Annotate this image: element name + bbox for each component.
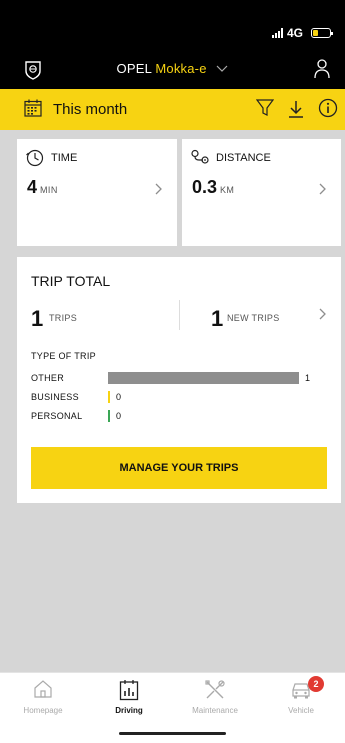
trip-type-row: OTHER 1 — [31, 371, 327, 385]
trip-type-bar — [108, 391, 110, 403]
battery-icon — [311, 28, 333, 38]
trip-type-value: 0 — [116, 392, 122, 402]
period-filter-bar: This month — [0, 89, 345, 130]
trips-label: TRIPS — [49, 313, 78, 323]
trip-type-value: 0 — [116, 411, 122, 421]
time-label: TIME — [51, 152, 78, 164]
trips-summary-row[interactable]: 1 TRIPS 1 NEW TRIPS — [31, 300, 327, 338]
chevron-right-icon[interactable] — [319, 183, 327, 195]
clock-icon — [26, 149, 44, 167]
chevron-down-icon — [217, 65, 228, 72]
bottom-tab-bar: Homepage Driving Maintenance 2 Vehicle — [0, 672, 345, 743]
status-indicators: 4G — [271, 26, 333, 40]
status-bar: 4G — [0, 0, 345, 50]
trip-type-value: 1 — [305, 373, 311, 383]
distance-value: 0.3 KM — [192, 177, 235, 197]
new-trips-label: NEW TRIPS — [227, 313, 280, 323]
trip-type-label: PERSONAL — [31, 411, 83, 421]
type-of-trip-title: TYPE OF TRIP — [31, 351, 96, 361]
tab-label: Maintenance — [192, 706, 238, 715]
vehicle-selector[interactable]: OPEL Mokka-e — [0, 61, 345, 76]
trip-type-bar — [108, 410, 110, 422]
manage-trips-button[interactable]: MANAGE YOUR TRIPS — [31, 447, 327, 489]
trip-type-label: OTHER — [31, 373, 64, 383]
notification-badge: 2 — [308, 676, 324, 692]
tab-maintenance[interactable]: Maintenance — [172, 673, 258, 733]
trip-type-label: BUSINESS — [31, 392, 79, 402]
tab-driving[interactable]: Driving — [86, 673, 172, 733]
tab-homepage[interactable]: Homepage — [0, 673, 86, 733]
driving-chart-icon — [119, 680, 139, 701]
trip-type-row: PERSONAL 0 — [31, 409, 327, 423]
chevron-right-icon[interactable] — [155, 183, 163, 195]
trip-total-title: TRIP TOTAL — [31, 273, 111, 289]
time-card[interactable]: TIME 4 MIN — [17, 139, 177, 246]
trips-count: 1 — [31, 306, 44, 331]
signal-icon — [271, 28, 283, 38]
home-icon — [34, 680, 52, 698]
app-header: OPEL Mokka-e — [0, 50, 345, 89]
route-icon — [191, 149, 209, 164]
info-icon[interactable] — [318, 98, 338, 118]
user-profile-icon[interactable] — [313, 58, 331, 80]
trip-type-row: BUSINESS 0 — [31, 390, 327, 404]
time-header: TIME — [25, 149, 77, 167]
tools-icon — [205, 680, 225, 699]
new-trips-count: 1 — [211, 306, 224, 331]
filter-icon[interactable] — [256, 99, 274, 117]
distance-label: DISTANCE — [216, 152, 271, 164]
divider — [179, 300, 180, 330]
trip-total-card: TRIP TOTAL 1 TRIPS 1 NEW TRIPS TYPE OF T… — [17, 257, 341, 503]
calendar-icon[interactable] — [24, 99, 42, 117]
distance-card[interactable]: DISTANCE 0.3 KM — [182, 139, 341, 246]
chevron-right-icon[interactable] — [319, 308, 327, 320]
vehicle-brand: OPEL — [116, 61, 152, 76]
tab-label: Homepage — [23, 706, 63, 715]
tab-vehicle[interactable]: 2 Vehicle — [258, 673, 344, 733]
period-label[interactable]: This month — [53, 101, 127, 118]
network-type: 4G — [286, 26, 303, 40]
home-indicator[interactable] — [119, 732, 226, 735]
download-icon[interactable] — [288, 99, 304, 119]
tab-label: Vehicle — [288, 706, 314, 715]
distance-header: DISTANCE — [190, 149, 271, 167]
tab-label: Driving — [115, 706, 143, 715]
time-value: 4 MIN — [27, 177, 58, 197]
trip-type-bar — [108, 372, 299, 384]
vehicle-model: Mokka-e — [155, 61, 207, 76]
